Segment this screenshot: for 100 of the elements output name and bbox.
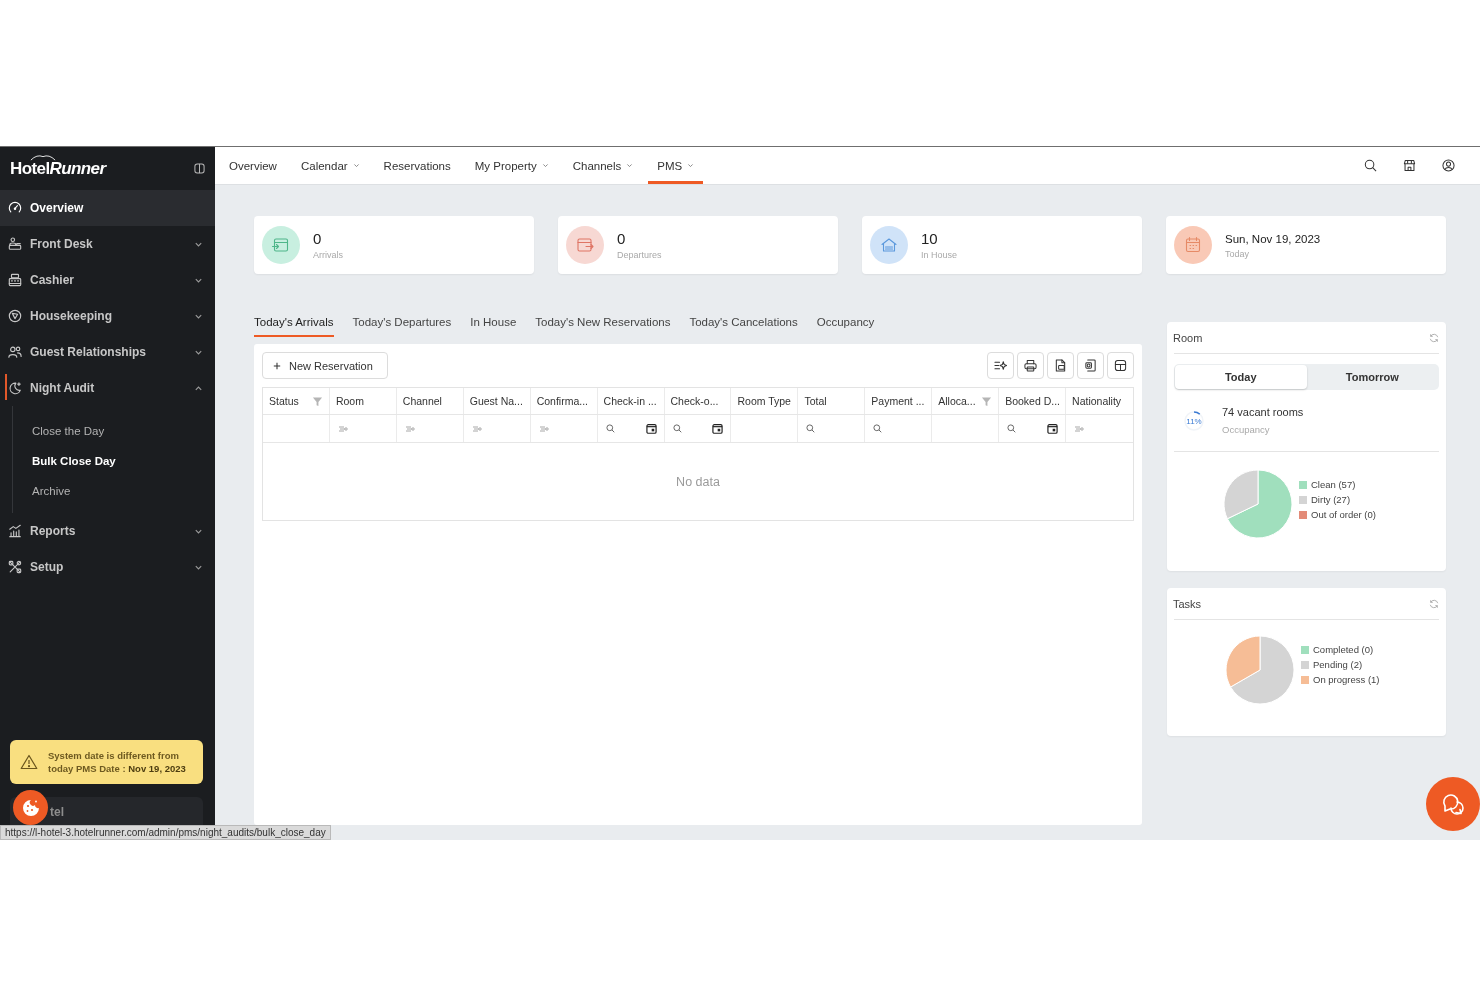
tab[interactable]: Today's Departures — [352, 310, 452, 337]
list-sparkle-icon — [994, 359, 1007, 372]
search-icon[interactable] — [1364, 159, 1377, 172]
cash-register-icon — [8, 273, 22, 287]
legend-label: Out of order (0) — [1311, 509, 1376, 520]
filter-icon — [538, 424, 549, 433]
file-icon — [1054, 359, 1067, 372]
smart-filter-button[interactable] — [987, 352, 1014, 379]
sidebar-subitem[interactable]: Close the Day — [13, 416, 215, 446]
sidebar-item[interactable]: Housekeeping — [0, 298, 215, 334]
chat-bubbles-icon — [1441, 792, 1465, 816]
search-icon — [806, 424, 816, 433]
person-at-desk-icon — [8, 237, 22, 251]
search-icon — [873, 424, 883, 433]
column-header[interactable]: Confirma... — [530, 388, 598, 414]
progress-reading: 11% — [1185, 416, 1203, 426]
legend-label: On progress (1) — [1313, 674, 1380, 685]
calendar-icon[interactable] — [645, 423, 657, 434]
nav-tab[interactable]: Channels — [563, 147, 643, 184]
tab[interactable]: In House — [470, 310, 517, 337]
nav-tab[interactable]: Calendar — [291, 147, 369, 184]
logo: HotelRunner — [10, 158, 106, 179]
sidebar-item[interactable]: Setup — [0, 549, 215, 585]
segment-tab[interactable]: Today — [1175, 365, 1307, 389]
sidebar-item[interactable]: Reports — [0, 513, 215, 549]
column-header[interactable]: Check-in ... — [597, 388, 665, 414]
filter-icon — [1074, 424, 1085, 433]
stat-label: Arrivals — [313, 249, 343, 261]
search-icon — [1007, 424, 1017, 433]
column-header[interactable]: Guest Na... — [463, 388, 531, 414]
vacancy-label: Occupancy — [1222, 424, 1271, 436]
column-header[interactable]: Payment ... — [865, 388, 933, 414]
bar-chart-icon — [8, 524, 22, 538]
column-header[interactable]: Check-o... — [664, 388, 732, 414]
legend-label: Dirty (27) — [1311, 494, 1351, 505]
sidebar-item[interactable]: Guest Relationships — [0, 334, 215, 370]
empty-message: No data — [676, 474, 720, 489]
moon-star-icon — [8, 381, 22, 395]
legend-label: Pending (2) — [1313, 659, 1363, 670]
legend-label: Clean (57) — [1311, 479, 1356, 490]
nav-tab[interactable]: Reservations — [374, 147, 460, 184]
calendar-icon[interactable] — [712, 423, 724, 434]
hotel-selector[interactable]: tel — [50, 797, 203, 825]
stat-value: 10 — [921, 229, 939, 248]
warning-text: System date is different from today PMS Date : Nov 19, 2023 — [48, 749, 187, 775]
vacancy-value: 74 vacant rooms — [1222, 405, 1304, 419]
stat-value: 0 — [617, 229, 627, 248]
nav-tab[interactable]: Overview — [220, 147, 286, 184]
column-header[interactable]: Room — [329, 388, 397, 414]
column-header[interactable]: Channel — [396, 388, 464, 414]
segment-tab[interactable]: Tomorrow — [1306, 365, 1438, 389]
nav-tab[interactable]: PMS — [648, 147, 704, 184]
stat-value: 0 — [313, 229, 323, 248]
print-button[interactable] — [1017, 352, 1044, 379]
plus-icon — [273, 361, 281, 370]
columns-button[interactable] — [1107, 352, 1134, 379]
tab[interactable]: Occupancy — [816, 310, 875, 337]
sidebar-item[interactable]: Front Desk — [0, 226, 215, 262]
filter-icon — [404, 424, 415, 433]
cookie-icon — [20, 797, 41, 818]
tab[interactable]: Today's New Reservations — [535, 310, 671, 337]
column-header[interactable]: Nationality — [1066, 388, 1133, 414]
column-header[interactable]: Status — [263, 388, 330, 414]
sidebar-item[interactable]: Night Audit — [0, 370, 215, 406]
search-icon — [672, 424, 682, 433]
store-icon[interactable] — [1403, 159, 1416, 172]
sidebar-subitem[interactable]: Archive — [13, 476, 215, 506]
export-button[interactable] — [1047, 352, 1074, 379]
sidebar-item[interactable]: Cashier — [0, 262, 215, 298]
tab[interactable]: Today's Arrivals — [254, 310, 334, 337]
user-circle-icon[interactable] — [1442, 159, 1455, 172]
people-icon — [8, 345, 22, 359]
sidebar-subitem[interactable]: Bulk Close Day — [13, 446, 215, 476]
filter-icon — [337, 424, 348, 433]
crossed-tools-icon — [8, 560, 22, 574]
column-header[interactable]: Booked D... — [999, 388, 1067, 414]
panel-title: Tasks — [1173, 597, 1202, 610]
table-icon — [1114, 359, 1127, 372]
circle-triangle-icon — [8, 309, 22, 323]
sidebar-item[interactable]: Overview — [0, 190, 215, 226]
search-icon — [605, 424, 615, 433]
calendar-icon[interactable] — [1047, 423, 1059, 434]
filter-icon — [471, 424, 482, 433]
stat-value: Sun, Nov 19, 2023 — [1225, 231, 1321, 247]
export-button[interactable] — [1077, 352, 1104, 379]
speedometer-icon — [8, 201, 22, 215]
column-header[interactable]: Room Type — [731, 388, 799, 414]
column-header[interactable]: Total — [798, 388, 866, 414]
legend-label: Completed (0) — [1313, 644, 1374, 655]
stat-label: Today — [1225, 248, 1251, 260]
tab[interactable]: Today's Cancelations — [689, 310, 798, 337]
panel-toggle-icon[interactable] — [194, 163, 205, 174]
panel-title: Room — [1173, 331, 1203, 344]
new-reservation-button[interactable]: New Reservation — [262, 352, 388, 379]
stat-label: In House — [921, 249, 958, 261]
nav-tab[interactable]: My Property — [465, 147, 558, 184]
column-header[interactable]: Alloca... — [932, 388, 1000, 414]
stat-label: Departures — [617, 249, 662, 261]
document-icon — [1084, 359, 1097, 372]
warning-icon — [20, 754, 38, 770]
